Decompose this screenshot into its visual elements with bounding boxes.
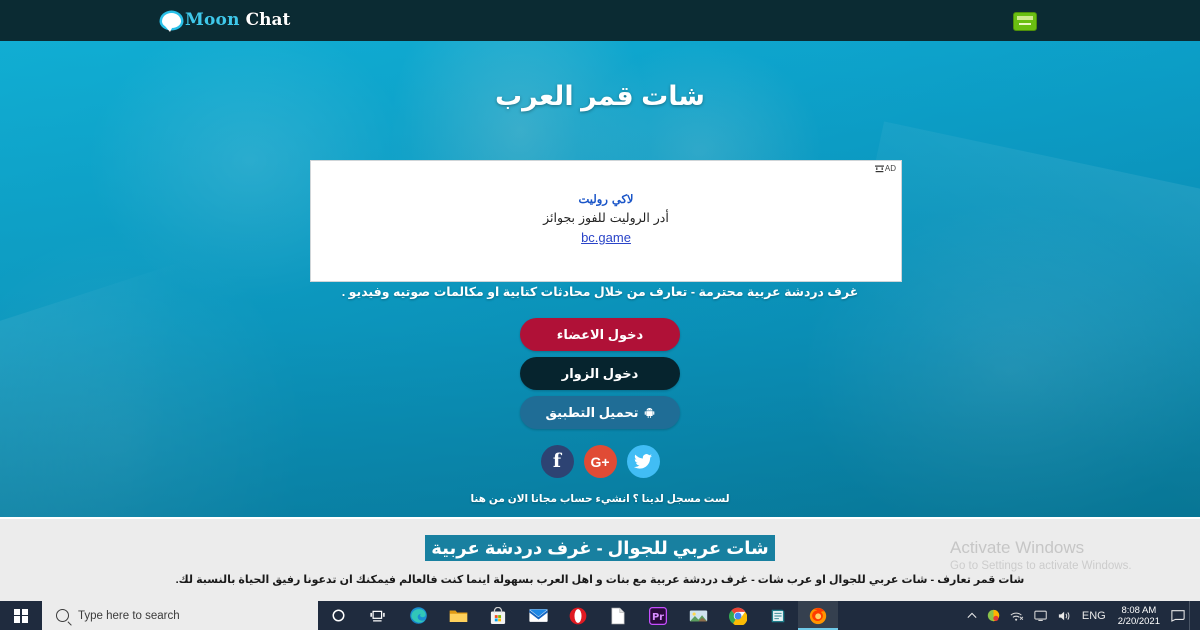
display-monitor-icon[interactable] — [1029, 610, 1053, 622]
members-login-button[interactable]: دخول الاعضاء — [520, 318, 680, 351]
cortana-ring-glyph — [332, 609, 344, 622]
android-icon — [644, 408, 654, 418]
notes-app-icon[interactable] — [758, 601, 798, 630]
footer-section: شات عربي للجوال - غرف دردشة عربية شات قم… — [0, 517, 1200, 603]
notes-glyph — [771, 609, 785, 622]
ad-marker-icon — [874, 165, 884, 172]
google-plus-glyph: G+ — [590, 453, 610, 470]
firefox-browser-icon[interactable] — [798, 601, 838, 630]
win-tile-4 — [21, 616, 28, 623]
facebook-icon[interactable]: f — [540, 445, 574, 478]
photos-glyph — [689, 609, 707, 622]
notification-glyph — [1171, 610, 1185, 622]
ad-description: أدر الروليت للفوز بجوائز — [543, 210, 669, 225]
download-app-label: تحميل التطبيق — [545, 404, 639, 420]
opera-browser-icon[interactable] — [558, 601, 598, 630]
social-links: f G+ — [0, 445, 1200, 478]
twitter-icon[interactable] — [626, 445, 660, 478]
ad-label: AD — [874, 164, 896, 173]
windows-taskbar: Type here to search Pr ENG 8:08 AM 2/20/… — [0, 601, 1200, 630]
twitter-bird-glyph — [634, 454, 652, 469]
banner-line-bottom — [1019, 23, 1031, 25]
page-title: شات قمر العرب — [495, 81, 705, 111]
chevron-up-icon — [967, 612, 977, 618]
folder-glyph — [449, 610, 467, 622]
chrome-glyph — [729, 607, 747, 625]
show-hidden-icons[interactable] — [962, 612, 982, 619]
clock-date: 2/20/2021 — [1117, 615, 1160, 627]
shield-glyph — [987, 609, 1000, 622]
ad-title[interactable]: لاكي روليت — [311, 191, 901, 208]
microsoft-store-icon[interactable] — [478, 601, 518, 630]
store-bag-glyph — [490, 606, 506, 624]
top-navigation-bar: Moon Chat — [0, 0, 1200, 41]
guests-login-button[interactable]: دخول الزوار — [520, 357, 680, 390]
search-placeholder: Type here to search — [78, 609, 180, 622]
cortana-icon[interactable] — [318, 601, 358, 630]
network-glyph — [1010, 612, 1024, 621]
action-center-icon[interactable] — [1167, 609, 1189, 622]
site-tagline: غرف دردشة عربية محترمة - تعارف من خلال م… — [341, 285, 859, 299]
speaker-glyph — [1058, 611, 1070, 620]
watermark-subtitle: Go to Settings to activate Windows. — [950, 560, 1132, 572]
ad-link[interactable]: bc.game — [581, 228, 631, 248]
blank-document-glyph — [611, 607, 625, 624]
mail-icon[interactable] — [518, 601, 558, 630]
logo-text-chat: Chat — [245, 10, 291, 30]
show-desktop-button[interactable] — [1189, 601, 1196, 630]
file-explorer-icon[interactable] — [438, 601, 478, 630]
win-tile-1 — [14, 608, 21, 615]
premiere-pro-icon[interactable]: Pr — [638, 601, 678, 630]
guests-login-label: دخول الزوار — [561, 365, 639, 381]
document-icon[interactable] — [598, 601, 638, 630]
search-input[interactable]: Type here to search — [42, 601, 318, 630]
task-view-glyph — [369, 610, 385, 621]
windows-logo-glyph — [14, 608, 28, 623]
logo-text-moon: Moon — [185, 10, 240, 30]
ad-label-text: AD — [884, 164, 896, 173]
signup-link[interactable]: لست مسجل لدينا ؟ انشيء حساب مجانا الان م… — [0, 493, 1200, 505]
search-icon — [56, 609, 69, 622]
facebook-glyph: f — [552, 450, 562, 472]
green-banner-icon[interactable] — [1013, 12, 1037, 31]
firefox-glyph — [809, 607, 827, 624]
opera-glyph — [569, 607, 587, 624]
footer-paragraph: شات قمر تعارف - شات عربي للجوال او عرب ش… — [175, 574, 1025, 586]
security-status-icon[interactable] — [982, 609, 1005, 622]
premiere-glyph: Pr — [649, 606, 667, 625]
task-view-icon[interactable] — [358, 601, 398, 630]
taskbar-clock[interactable]: 8:08 AM 2/20/2021 — [1111, 605, 1167, 627]
monitor-glyph — [1034, 610, 1047, 621]
action-button-group: دخول الاعضاء دخول الزوار تحميل التطبيق — [0, 318, 1200, 429]
windows-activation-watermark: Activate Windows Go to Settings to activ… — [950, 537, 1190, 574]
network-disconnected-icon[interactable] — [1005, 610, 1029, 622]
members-login-label: دخول الاعضاء — [556, 326, 644, 342]
clock-time: 8:08 AM — [1121, 604, 1157, 616]
advertisement-box[interactable]: AD لاكي روليت أدر الروليت للفوز بجوائز b… — [310, 160, 902, 282]
volume-icon[interactable] — [1053, 610, 1077, 622]
edge-glyph — [409, 607, 427, 624]
windows-start-icon[interactable] — [0, 601, 42, 630]
download-app-button[interactable]: تحميل التطبيق — [520, 396, 680, 429]
envelope-glyph — [528, 609, 548, 622]
system-tray: ENG 8:08 AM 2/20/2021 — [962, 601, 1200, 630]
footer-heading: شات عربي للجوال - غرف دردشة عربية — [425, 535, 775, 561]
google-chrome-icon[interactable] — [718, 601, 758, 630]
win-tile-3 — [14, 616, 21, 623]
chat-bubble-icon — [162, 12, 181, 32]
win-tile-2 — [21, 608, 28, 615]
watermark-title: Activate Windows — [950, 538, 1085, 557]
site-logo[interactable]: Moon Chat — [162, 8, 290, 32]
hero-section: شات قمر العرب AD لاكي روليت أدر الروليت … — [0, 41, 1200, 517]
microsoft-edge-icon[interactable] — [398, 601, 438, 630]
photos-app-icon[interactable] — [678, 601, 718, 630]
svg-text:Pr: Pr — [652, 611, 664, 622]
banner-line-top — [1017, 16, 1033, 20]
google-plus-icon[interactable]: G+ — [583, 445, 617, 478]
language-indicator[interactable]: ENG — [1077, 610, 1111, 622]
